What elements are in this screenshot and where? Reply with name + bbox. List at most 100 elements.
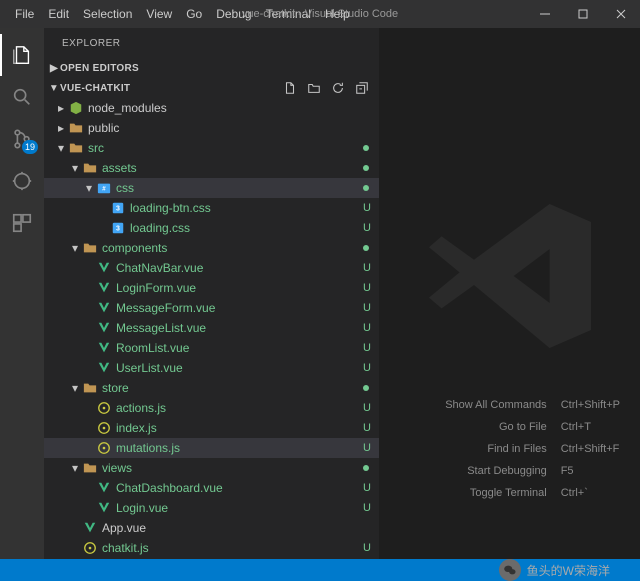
git-status: U bbox=[363, 322, 371, 334]
tree-folder[interactable]: ▸ public bbox=[44, 118, 379, 138]
chevron-right-icon: ▸ bbox=[54, 121, 68, 135]
activity-debug[interactable] bbox=[0, 160, 44, 202]
git-status: U bbox=[363, 342, 371, 354]
activity-search[interactable] bbox=[0, 76, 44, 118]
sidebar-title: EXPLORER bbox=[44, 28, 379, 58]
tree-folder[interactable]: ▾store bbox=[44, 378, 379, 398]
new-file-icon[interactable] bbox=[283, 81, 297, 95]
menu-edit[interactable]: Edit bbox=[41, 0, 76, 28]
title-bar: FileEditSelectionViewGoDebugTerminalHelp… bbox=[0, 0, 640, 28]
js-icon bbox=[96, 440, 112, 456]
vue-icon bbox=[82, 520, 98, 536]
scm-badge: 19 bbox=[22, 140, 38, 154]
tree-item-label: MessageList.vue bbox=[116, 321, 206, 335]
tree-file[interactable]: actions.jsU bbox=[44, 398, 379, 418]
tree-file[interactable]: index.jsU bbox=[44, 418, 379, 438]
js-icon bbox=[96, 420, 112, 436]
tree-item-label: UserList.vue bbox=[116, 361, 183, 375]
tree-folder[interactable]: ▾views bbox=[44, 458, 379, 478]
refresh-icon[interactable] bbox=[331, 81, 345, 95]
tree-file[interactable]: MessageForm.vueU bbox=[44, 298, 379, 318]
tree-file[interactable]: chatkit.jsU bbox=[44, 538, 379, 558]
window-title: vue-chatkit - Visual Studio Code bbox=[242, 8, 398, 20]
chevron-down-icon: ▾ bbox=[68, 161, 82, 175]
pkg-icon bbox=[68, 100, 84, 116]
folder-icon bbox=[82, 460, 98, 476]
vue-icon bbox=[96, 300, 112, 316]
vue-icon bbox=[96, 260, 112, 276]
new-folder-icon[interactable] bbox=[307, 81, 321, 95]
tree-file[interactable]: mutations.jsU bbox=[44, 438, 379, 458]
vue-icon bbox=[96, 500, 112, 516]
vue-icon bbox=[96, 320, 112, 336]
tree-item-label: node_modules bbox=[88, 101, 167, 115]
tree-item-label: ChatNavBar.vue bbox=[116, 261, 203, 275]
vue-icon bbox=[96, 360, 112, 376]
tree-file[interactable]: ChatNavBar.vue U bbox=[44, 258, 379, 278]
menu-selection[interactable]: Selection bbox=[76, 0, 139, 28]
git-status-dot bbox=[363, 145, 369, 151]
folder-icon bbox=[82, 240, 98, 256]
tree-item-label: css bbox=[116, 181, 134, 195]
wechat-text: 鱼头的W荣海洋 bbox=[527, 562, 610, 579]
section-open-editors[interactable]: ▶ OPEN EDITORS bbox=[44, 58, 379, 78]
section-project[interactable]: ▼ VUE-CHATKIT bbox=[44, 78, 379, 98]
tree-folder[interactable]: ▸node_modules bbox=[44, 98, 379, 118]
svg-text:3: 3 bbox=[116, 226, 120, 233]
tree-item-label: chatkit.js bbox=[102, 541, 149, 555]
tree-file[interactable]: 3loading.cssU bbox=[44, 218, 379, 238]
menu-go[interactable]: Go bbox=[179, 0, 209, 28]
tree-folder[interactable]: ▾ assets bbox=[44, 158, 379, 178]
tree-file[interactable]: RoomList.vueU bbox=[44, 338, 379, 358]
tree-file[interactable]: LoginForm.vueU bbox=[44, 278, 379, 298]
tree-item-label: store bbox=[102, 381, 129, 395]
tree-item-label: public bbox=[88, 121, 119, 135]
shortcut-label: Show All Commands bbox=[445, 399, 547, 411]
svg-text:#: # bbox=[102, 186, 106, 193]
git-status: U bbox=[363, 282, 371, 294]
tree-folder[interactable]: ▾#css bbox=[44, 178, 379, 198]
chevron-down-icon: ▾ bbox=[68, 461, 82, 475]
welcome-shortcuts: Show All CommandsCtrl+Shift+PGo to FileC… bbox=[445, 399, 620, 499]
file-tree: ▸node_modules ▸ public ▾src ▾ assets ▾ # css 3loa… bbox=[44, 98, 379, 559]
tree-item-label: actions.js bbox=[116, 401, 166, 415]
menu-view[interactable]: View bbox=[139, 0, 179, 28]
tree-item-label: Login.vue bbox=[116, 501, 168, 515]
vue-icon bbox=[96, 280, 112, 296]
vue-icon bbox=[96, 480, 112, 496]
tree-item-label: MessageForm.vue bbox=[116, 301, 215, 315]
tree-folder[interactable]: ▾src bbox=[44, 138, 379, 158]
menu-file[interactable]: File bbox=[8, 0, 41, 28]
git-status: U bbox=[363, 202, 371, 214]
activity-extensions[interactable] bbox=[0, 202, 44, 244]
git-status: U bbox=[363, 362, 371, 374]
section-label: OPEN EDITORS bbox=[60, 63, 139, 74]
git-status: U bbox=[363, 442, 371, 454]
tree-file[interactable]: App.vue bbox=[44, 518, 379, 538]
collapse-all-icon[interactable] bbox=[355, 81, 369, 95]
sidebar: EXPLORER ▶ OPEN EDITORS ▼ VUE-CHATKIT ▸n… bbox=[44, 28, 379, 559]
tree-file[interactable]: Login.vueU bbox=[44, 498, 379, 518]
maximize-button[interactable] bbox=[564, 0, 602, 28]
tree-file[interactable]: UserList.vue U bbox=[44, 358, 379, 378]
tree-file[interactable]: MessageList.vue U bbox=[44, 318, 379, 338]
shortcut-key: Ctrl+T bbox=[561, 421, 620, 433]
tree-file[interactable]: main.js bbox=[44, 558, 379, 559]
activity-scm[interactable]: 19 bbox=[0, 118, 44, 160]
activity-bar: 19 bbox=[0, 28, 44, 559]
tree-item-label: assets bbox=[102, 161, 137, 175]
css-folder-icon: # bbox=[96, 180, 112, 196]
vscode-watermark-icon bbox=[420, 186, 600, 366]
css-icon: 3 bbox=[110, 220, 126, 236]
shortcut-key: F5 bbox=[561, 465, 620, 477]
tree-file[interactable]: 3loading-btn.cssU bbox=[44, 198, 379, 218]
close-button[interactable] bbox=[602, 0, 640, 28]
tree-folder[interactable]: ▾components bbox=[44, 238, 379, 258]
git-status: U bbox=[363, 482, 371, 494]
editor-area: Show All CommandsCtrl+Shift+PGo to FileC… bbox=[379, 28, 640, 559]
minimize-button[interactable] bbox=[526, 0, 564, 28]
activity-explorer[interactable] bbox=[0, 34, 44, 76]
tree-file[interactable]: ChatDashboard.vueU bbox=[44, 478, 379, 498]
shortcut-label: Find in Files bbox=[445, 443, 547, 455]
git-status: U bbox=[363, 262, 371, 274]
